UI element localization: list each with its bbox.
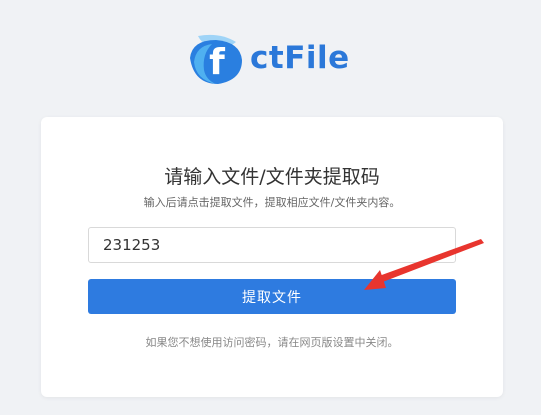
card-title: 请输入文件/文件夹提取码 [164, 166, 380, 188]
ctfile-logo: f ctFile [186, 28, 350, 88]
brand-name: ctFile [250, 39, 350, 76]
logo-mark-letter: f [209, 42, 225, 83]
ctfile-logo-icon: f [190, 34, 242, 84]
extract-code-input[interactable] [88, 227, 456, 263]
password-note: 如果您不想使用访问密码，请在网页版设置中关闭。 [145, 336, 399, 349]
extract-code-card: 请输入文件/文件夹提取码 输入后请点击提取文件，提取相应文件/文件夹内容。 提取… [41, 117, 503, 397]
card-subtitle: 输入后请点击提取文件，提取相应文件/文件夹内容。 [143, 196, 401, 209]
extract-file-button[interactable]: 提取文件 [88, 279, 456, 314]
extract-code-page: f ctFile 请输入文件/文件夹提取码 输入后请点击提取文件，提取相应文件/… [0, 0, 541, 415]
